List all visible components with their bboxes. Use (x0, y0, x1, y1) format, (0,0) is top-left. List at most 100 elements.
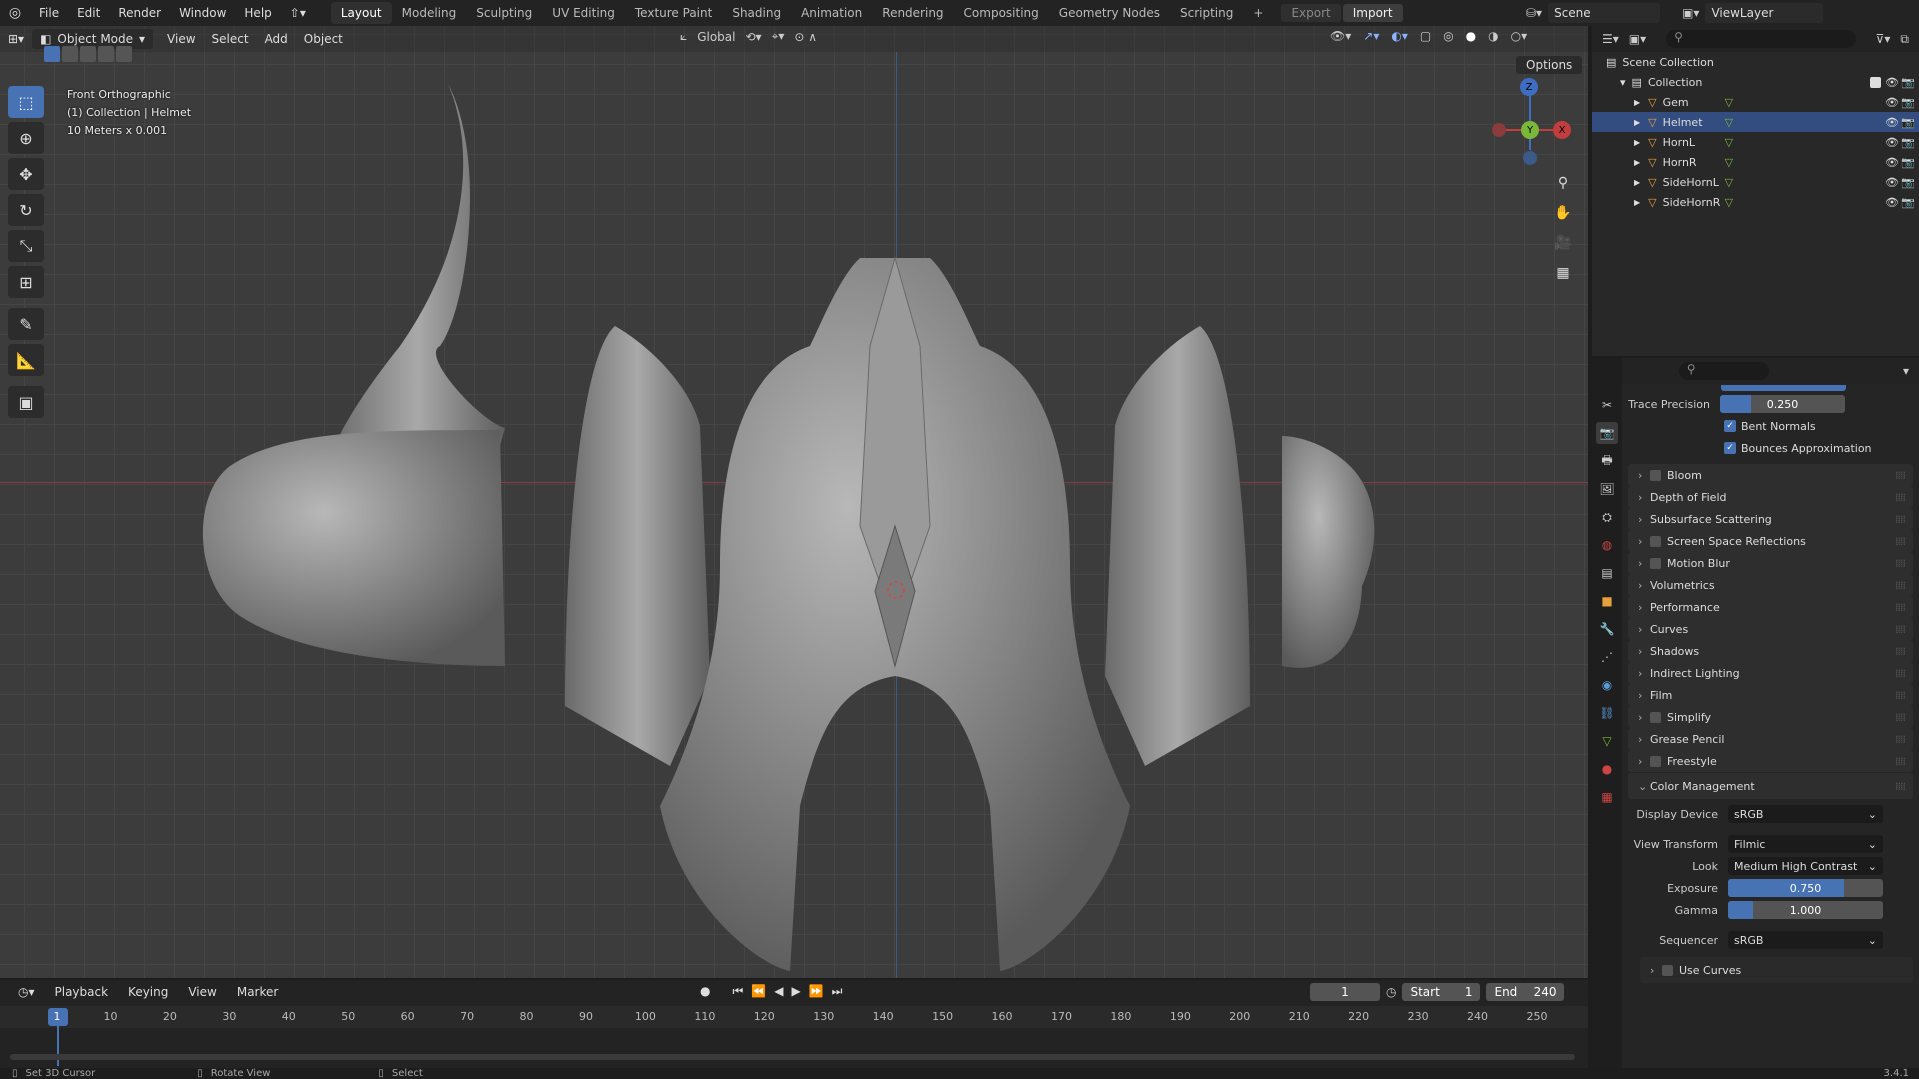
zoom-icon[interactable]: ⚲ (1550, 170, 1576, 196)
view-layer-selector[interactable]: ViewLayer (1705, 3, 1824, 23)
camera-icon[interactable]: 📷 (1901, 156, 1915, 169)
tool-tab-icon[interactable]: ✂ (1596, 394, 1618, 416)
play-icon[interactable]: ▶ (791, 984, 800, 999)
drag-handle-icon[interactable]: ⁞⁞⁞⁞ (1895, 513, 1906, 526)
output-tab-icon[interactable]: 🖶 (1596, 450, 1618, 472)
drag-handle-icon[interactable]: ⁞⁞⁞⁞ (1895, 557, 1906, 570)
drag-handle-icon[interactable]: ⁞⁞⁞⁞ (1895, 491, 1906, 504)
physics-tab-icon[interactable]: ◉ (1596, 674, 1618, 696)
collection-row[interactable]: ▾ ▤ Collection 👁 📷 (1592, 72, 1919, 92)
new-collection-icon[interactable]: ⧉ (1900, 32, 1909, 47)
expand-arrow-icon[interactable]: ▶ (1634, 198, 1640, 207)
object-tab-icon[interactable]: ■ (1596, 590, 1618, 612)
render-panel-header[interactable]: › Grease Pencil ⁞⁞⁞⁞ (1628, 728, 1913, 750)
menu-playback[interactable]: Playback (47, 982, 117, 1002)
render-panel-header[interactable]: › Performance ⁞⁞⁞⁞ (1628, 596, 1913, 618)
panel-enable-checkbox[interactable] (1650, 755, 1661, 767)
camera-icon[interactable]: 📷 (1901, 96, 1915, 109)
import-button[interactable]: Import (1342, 4, 1403, 22)
constraints-tab-icon[interactable]: ⛓ (1596, 702, 1618, 724)
drag-handle-icon[interactable]: ⁞⁞⁞⁞ (1895, 667, 1906, 680)
expand-arrow-icon[interactable]: ▶ (1634, 158, 1640, 167)
drag-handle-icon[interactable]: ⁞⁞⁞⁞ (1895, 780, 1906, 793)
camera-icon[interactable]: 📷 (1901, 76, 1915, 89)
3d-viewport[interactable]: ⊞▾ ◧ Object Mode ▾ View Select Add Objec… (0, 26, 1588, 978)
display-device-dropdown[interactable]: sRGB ⌄ (1728, 805, 1883, 823)
bounces-approx-checkbox[interactable]: ✓ (1724, 442, 1736, 454)
gamma-field[interactable]: 1.000 (1728, 901, 1883, 919)
record-icon[interactable]: ● (700, 984, 710, 999)
jump-start-icon[interactable]: ⏮ (732, 984, 743, 999)
drag-handle-icon[interactable]: ⁞⁞⁞⁞ (1895, 623, 1906, 636)
color-management-header[interactable]: ⌄ Color Management ⁞⁞⁞⁞ (1628, 773, 1913, 799)
render-tab-icon[interactable]: 📷 (1596, 422, 1618, 444)
menu-keying[interactable]: Keying (120, 982, 176, 1002)
timeline-scrollbar[interactable] (10, 1054, 1575, 1060)
tab-geometry-nodes[interactable]: Geometry Nodes (1049, 2, 1170, 24)
render-panel-header[interactable]: › Freestyle ⁞⁞⁞⁞ (1628, 750, 1913, 772)
measure-tool-icon[interactable]: 📐 (8, 344, 44, 376)
camera-icon[interactable]: 📷 (1901, 196, 1915, 209)
scene-icon[interactable]: ⛁▾ (1526, 6, 1542, 20)
material-tab-icon[interactable]: ● (1596, 758, 1618, 780)
display-mode-icon[interactable]: ▣▾ (1629, 32, 1646, 46)
timeline-ruler[interactable]: 1 10 20 30 40 50 60 70 80 90 100 110 120 130 140 150 160… (0, 1006, 1588, 1066)
render-panel-header[interactable]: › Simplify ⁞⁞⁞⁞ (1628, 706, 1913, 728)
menu-edit[interactable]: Edit (68, 0, 109, 26)
eye-icon[interactable]: 👁 (1885, 136, 1899, 149)
tab-sculpting[interactable]: Sculpting (466, 2, 542, 24)
expand-arrow-icon[interactable]: ▶ (1634, 118, 1640, 127)
use-curves-checkbox[interactable] (1662, 964, 1673, 976)
drag-handle-icon[interactable]: ⁞⁞⁞⁞ (1895, 645, 1906, 658)
outliner-object-row[interactable]: ▶ ▽ SideHornL ▽ 👁 📷 (1592, 172, 1919, 192)
cursor-tool-icon[interactable]: ⊕ (8, 122, 44, 154)
move-tool-icon[interactable]: ✥ (8, 158, 44, 190)
scene-tab-icon[interactable]: ⛭ (1596, 506, 1618, 528)
gizmo-y-icon[interactable]: Y (1521, 121, 1539, 139)
eye-icon[interactable]: 👁 (1885, 116, 1899, 129)
drag-handle-icon[interactable]: ⁞⁞⁞⁞ (1895, 579, 1906, 592)
navigation-gizmo[interactable]: Z Y X (1490, 78, 1571, 165)
quick-menu-icon[interactable]: ⇧▾ (281, 0, 315, 26)
render-panel-header[interactable]: › Screen Space Reflections ⁞⁞⁞⁞ (1628, 530, 1913, 552)
select-box-icon[interactable]: ⬚ (8, 86, 44, 118)
end-frame-field[interactable]: End 240 (1486, 983, 1565, 1001)
eye-icon[interactable]: 👁 (1885, 76, 1899, 89)
timeline-editor-icon[interactable]: ◷▾ (10, 982, 43, 1002)
eye-icon[interactable]: 👁 (1885, 156, 1899, 169)
add-cube-tool-icon[interactable]: ▣ (8, 386, 44, 418)
play-reverse-icon[interactable]: ◀ (774, 984, 783, 999)
mesh-data-icon[interactable]: ▽ (1725, 96, 1733, 109)
render-panel-header[interactable]: › Curves ⁞⁞⁞⁞ (1628, 618, 1913, 640)
gizmo-neg-z-icon[interactable] (1523, 151, 1537, 165)
gizmo-neg-x-icon[interactable] (1492, 123, 1506, 137)
menu-marker[interactable]: Marker (229, 982, 286, 1002)
bent-normals-row[interactable]: ✓ Bent Normals (1724, 415, 1816, 437)
texture-tab-icon[interactable]: ▦ (1596, 786, 1618, 808)
mesh-data-icon[interactable]: ▽ (1725, 196, 1733, 209)
render-panel-header[interactable]: › Subsurface Scattering ⁞⁞⁞⁞ (1628, 508, 1913, 530)
collection-checkbox[interactable] (1870, 76, 1881, 88)
world-tab-icon[interactable]: ◍ (1596, 534, 1618, 556)
outliner-search-input[interactable]: ⚲ (1666, 30, 1856, 48)
tab-rendering[interactable]: Rendering (872, 2, 953, 24)
outliner-object-row[interactable]: ▶ ▽ Gem ▽ 👁 📷 (1592, 92, 1919, 112)
menu-help[interactable]: Help (235, 0, 280, 26)
render-panel-header[interactable]: › Film ⁞⁞⁞⁞ (1628, 684, 1913, 706)
sequencer-dropdown[interactable]: sRGB ⌄ (1728, 931, 1883, 949)
tab-layout[interactable]: Layout (330, 2, 392, 24)
camera-view-icon[interactable]: 🎥 (1550, 230, 1576, 256)
view-transform-dropdown[interactable]: Filmic ⌄ (1728, 835, 1883, 853)
expand-arrow-icon[interactable]: ▶ (1634, 98, 1640, 107)
expand-arrow-icon[interactable]: ▾ (1620, 76, 1626, 89)
prev-keyframe-icon[interactable]: ⏪ (751, 984, 766, 999)
mesh-data-icon[interactable]: ▽ (1725, 176, 1733, 189)
tab-animation[interactable]: Animation (791, 2, 872, 24)
drag-handle-icon[interactable]: ⁞⁞⁞⁞ (1895, 469, 1906, 482)
mesh-data-icon[interactable]: ▽ (1725, 156, 1733, 169)
menu-timeline-view[interactable]: View (180, 982, 224, 1002)
outliner-type-icon[interactable]: ☰▾ (1602, 32, 1619, 46)
menu-render[interactable]: Render (109, 0, 170, 26)
drag-handle-icon[interactable]: ⁞⁞⁞⁞ (1895, 535, 1906, 548)
rotate-tool-icon[interactable]: ↻ (8, 194, 44, 226)
